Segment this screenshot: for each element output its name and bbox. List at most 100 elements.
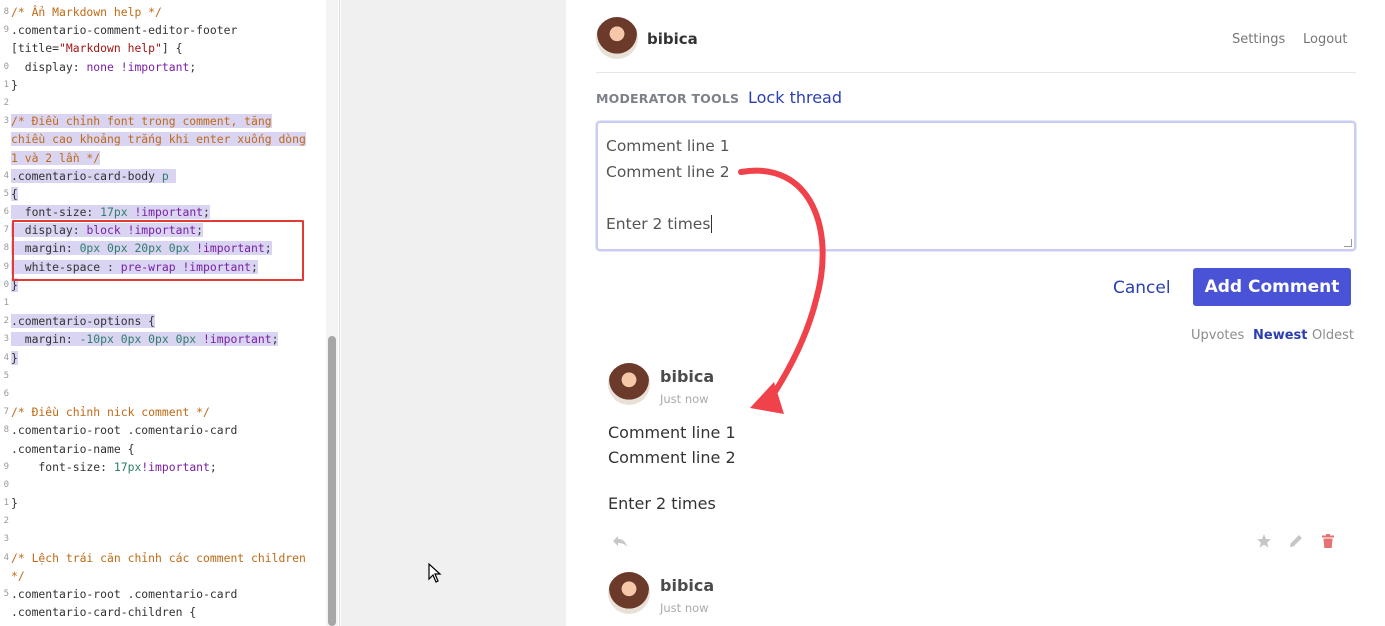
scrollbar-thumb[interactable] bbox=[328, 336, 336, 626]
line-number: 3 bbox=[3, 534, 9, 545]
code-line[interactable]: 1 bbox=[0, 294, 330, 312]
code-text: 1 và 2 lần */ bbox=[11, 150, 101, 165]
gutter bbox=[341, 0, 566, 626]
code-text: .comentario-options { bbox=[11, 314, 156, 329]
code-line[interactable]: 3 bbox=[0, 530, 330, 548]
code-line[interactable]: 6 bbox=[0, 385, 330, 403]
lock-thread-link[interactable]: Lock thread bbox=[748, 88, 842, 107]
code-text: chiều cao khoảng trắng khi enter xuống d… bbox=[11, 132, 306, 147]
line-number: 9 bbox=[3, 25, 9, 36]
code-token: [title= bbox=[11, 41, 60, 56]
sort-newest[interactable]: Newest bbox=[1253, 328, 1307, 343]
line-number: 0 bbox=[3, 279, 9, 290]
code-line[interactable]: 2 .comentario-options { bbox=[0, 312, 330, 330]
code-token: */ bbox=[11, 568, 25, 583]
logout-link[interactable]: Logout bbox=[1303, 32, 1348, 47]
code-token: .comentario-root .comentario-card bbox=[11, 587, 238, 601]
comment-textarea[interactable]: Comment line 1 Comment line 2 Enter 2 ti… bbox=[596, 121, 1356, 251]
code-line[interactable]: 1} bbox=[0, 76, 330, 94]
code-line[interactable]: 2 bbox=[0, 94, 330, 112]
comment-line: Comment line 1 bbox=[608, 423, 736, 442]
comment-body: Comment line 1 Comment line 2 Enter 2 ti… bbox=[608, 420, 736, 516]
code-line[interactable]: .comentario-card-children { bbox=[0, 603, 330, 621]
line-number: 4 bbox=[3, 352, 9, 363]
code-token: .comentario-card-body bbox=[11, 168, 162, 183]
line-number: 8 bbox=[3, 425, 9, 436]
line-number: 4 bbox=[3, 170, 9, 181]
line-number: 1 bbox=[3, 498, 9, 509]
annotation-arrow bbox=[738, 167, 826, 414]
cancel-button[interactable]: Cancel bbox=[1113, 278, 1171, 298]
code-line[interactable]: 4 .comentario-card-body p bbox=[0, 167, 330, 185]
comment-avatar bbox=[608, 363, 650, 405]
code-line[interactable]: 4/* Lệch trái căn chỉnh các comment chil… bbox=[0, 549, 330, 567]
code-token: /* Lệch trái căn chỉnh các comment child… bbox=[11, 550, 306, 565]
code-token: !important bbox=[141, 459, 210, 474]
line-number: 6 bbox=[3, 388, 9, 399]
code-text: .comentario-root .comentario-card bbox=[11, 587, 237, 601]
code-line[interactable]: 3/* Điều chỉnh font trong comment, tăng bbox=[0, 112, 330, 130]
code-text: /* Điều chỉnh nick comment */ bbox=[11, 405, 210, 419]
code-line[interactable]: 5 bbox=[0, 367, 330, 385]
code-line[interactable]: 1} bbox=[0, 494, 330, 512]
reply-icon[interactable] bbox=[611, 532, 629, 550]
code-line[interactable]: 8/* Ẩn Markdown help */ bbox=[0, 3, 330, 21]
code-line[interactable]: 1 và 2 lần */ bbox=[0, 149, 330, 167]
star-icon[interactable] bbox=[1255, 532, 1273, 550]
code-text: */ bbox=[11, 569, 25, 583]
pencil-icon[interactable] bbox=[1287, 532, 1305, 550]
code-token: !important bbox=[196, 332, 272, 347]
line-number: 8 bbox=[3, 7, 9, 17]
code-token: ; bbox=[271, 332, 279, 347]
line-number: 0 bbox=[3, 61, 9, 72]
code-line[interactable]: 5{ bbox=[0, 185, 330, 203]
code-token: ; bbox=[189, 59, 197, 74]
resize-handle[interactable] bbox=[1344, 239, 1352, 247]
divider bbox=[596, 72, 1356, 73]
trash-icon[interactable] bbox=[1319, 532, 1337, 550]
comment-timestamp: Just now bbox=[660, 601, 709, 615]
code-token: !important bbox=[127, 205, 204, 220]
code-line[interactable]: 3 margin: -10px 0px 0px 0px !important; bbox=[0, 330, 330, 348]
css-code-editor[interactable]: 8/* Ẩn Markdown help */9 .comentario-comm… bbox=[0, 0, 340, 626]
line-number: 5 bbox=[3, 188, 9, 199]
comment-line: Enter 2 times bbox=[608, 494, 716, 513]
code-text: display: none !important; bbox=[11, 60, 196, 74]
code-line[interactable]: 5 .comentario-root .comentario-card bbox=[0, 585, 330, 603]
code-line[interactable]: 9 .comentario-comment-editor-footer bbox=[0, 21, 330, 39]
code-line[interactable]: 0 bbox=[0, 476, 330, 494]
code-line[interactable]: 4} bbox=[0, 349, 330, 367]
sort-upvotes[interactable]: Upvotes bbox=[1191, 328, 1244, 343]
code-line[interactable]: [title="Markdown help"] { bbox=[0, 39, 330, 57]
code-line[interactable]: chiều cao khoảng trắng khi enter xuống d… bbox=[0, 130, 330, 148]
comment-author[interactable]: bibica bbox=[660, 576, 714, 595]
code-line[interactable]: 9 font-size: 17px!important; bbox=[0, 458, 330, 476]
code-token: } bbox=[11, 77, 18, 92]
line-number: 5 bbox=[3, 370, 9, 381]
code-token: p bbox=[161, 168, 176, 183]
code-text: .comentario-name { bbox=[11, 442, 134, 456]
comment-author[interactable]: bibica bbox=[660, 367, 714, 386]
code-line[interactable]: 0 display: none !important; bbox=[0, 58, 330, 76]
avatar bbox=[596, 17, 638, 59]
settings-link[interactable]: Settings bbox=[1232, 32, 1285, 47]
code-token: .comentario-name { bbox=[11, 441, 135, 456]
add-comment-button[interactable]: Add Comment bbox=[1193, 268, 1351, 306]
code-token: -10px 0px 0px 0px bbox=[79, 332, 197, 347]
sort-oldest[interactable]: Oldest bbox=[1312, 328, 1354, 343]
comment-avatar bbox=[608, 572, 650, 614]
code-line[interactable]: 2 bbox=[0, 512, 330, 530]
line-number: 7 bbox=[3, 407, 9, 418]
code-text: } bbox=[11, 350, 18, 365]
code-text: /* Điều chỉnh font trong comment, tăng bbox=[11, 114, 272, 129]
code-line[interactable]: 7/* Điều chỉnh nick comment */ bbox=[0, 403, 330, 421]
code-line[interactable]: 6 font-size: 17px !important; bbox=[0, 203, 330, 221]
code-line[interactable]: 8 .comentario-root .comentario-card bbox=[0, 421, 330, 439]
code-line[interactable]: */ bbox=[0, 567, 330, 585]
code-text: font-size: 17px !important; bbox=[11, 205, 210, 220]
code-token: { bbox=[11, 186, 18, 201]
code-line[interactable]: .comentario-name { bbox=[0, 440, 330, 458]
code-token: .comentario-comment-editor-footer bbox=[11, 23, 238, 38]
code-lines[interactable]: 8/* Ẩn Markdown help */9 .comentario-comm… bbox=[0, 3, 330, 621]
